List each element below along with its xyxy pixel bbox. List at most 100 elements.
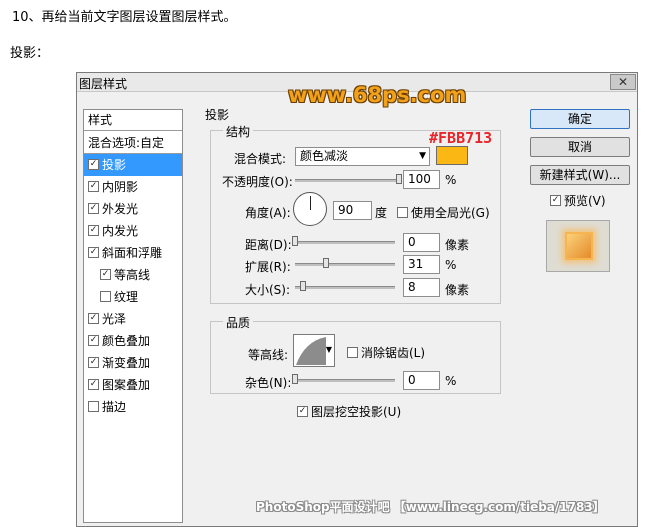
opacity-input[interactable]: 100 [403,170,440,189]
style-item[interactable]: ✓ 投影 [84,154,182,176]
angle-dial[interactable] [293,192,327,226]
style-item-label: 外发光 [102,202,139,216]
anti-alias-checkbox[interactable]: 消除锯齿(L) [347,344,425,361]
style-item[interactable]: ✓ 光泽 [84,308,182,330]
close-icon: ✕ [617,75,629,89]
style-item[interactable]: ✓ 颜色叠加 [84,330,182,352]
style-item-checkbox[interactable]: ✓ [88,203,99,214]
styles-list-header[interactable]: 样式 [84,110,182,131]
section-label: 投影： [10,46,50,61]
distance-input[interactable]: 0 [403,233,440,252]
style-item-checkbox[interactable]: ✓ [88,335,99,346]
dialog-title: 图层样式 [79,77,128,91]
noise-unit: % [445,374,457,388]
style-item[interactable]: ✓ 等高线 [84,264,182,286]
style-item-label: 渐变叠加 [102,356,151,370]
spread-slider-handle[interactable] [323,258,329,268]
style-item-label: 光泽 [102,312,127,326]
shadow-color-swatch[interactable] [436,146,468,165]
style-item[interactable]: 描边 [84,396,182,418]
angle-unit: 度 [375,206,388,220]
blend-mode-select[interactable]: 颜色减淡 ▼ [295,147,430,166]
spread-input[interactable]: 31 [403,255,440,274]
style-item-label: 投影 [102,158,127,172]
drop-shadow-section-title: 投影 [205,108,230,122]
knockout-checkbox-box[interactable]: ✓ [297,406,308,417]
site-watermark: www.68ps.com [288,83,467,107]
dropdown-arrow-icon: ▼ [325,345,332,354]
style-item[interactable]: ✓ 渐变叠加 [84,352,182,374]
style-item[interactable]: ✓ 图案叠加 [84,374,182,396]
noise-label: 杂色(N): [245,376,292,390]
blend-mode-label: 混合模式: [234,152,287,166]
style-item-checkbox[interactable]: ✓ [88,225,99,236]
opacity-label: 不透明度(O): [222,175,293,189]
size-label: 大小(S): [245,283,291,297]
style-item-label: 描边 [102,400,127,414]
knockout-checkbox[interactable]: ✓ 图层挖空投影(U) [297,403,401,420]
distance-slider-track[interactable] [295,241,395,244]
style-item[interactable]: ✓ 外发光 [84,198,182,220]
preview-checkbox[interactable]: ✓ 预览(V) [550,192,606,209]
spread-label: 扩展(R): [245,260,291,274]
instruction-text: 10、再给当前文字图层设置图层样式。 [12,10,237,25]
style-item[interactable]: 纹理 [84,286,182,308]
size-input[interactable]: 8 [403,278,440,297]
structure-title: 结构 [223,123,254,140]
new-style-button[interactable]: 新建样式(W)... [530,165,630,185]
style-item[interactable]: ✓ 内阴影 [84,176,182,198]
footer-watermark: PhotoShop平面设计吧 【www.linecg.com/tieba/178… [256,500,605,514]
style-item[interactable]: ✓ 斜面和浮雕 [84,242,182,264]
distance-unit: 像素 [445,238,470,252]
anti-alias-checkbox-box[interactable] [347,347,358,358]
cancel-button[interactable]: 取消 [530,137,630,157]
style-item-checkbox[interactable]: ✓ [88,159,99,170]
style-item-label: 内阴影 [102,180,139,194]
global-light-checkbox[interactable]: 使用全局光(G) [397,204,490,221]
contour-picker[interactable]: ▼ [293,334,335,367]
style-preview-thumbnail [546,220,610,272]
angle-needle [310,196,311,210]
style-item-checkbox[interactable]: ✓ [100,269,111,280]
blend-mode-value: 颜色减淡 [300,149,349,163]
style-item-label: 纹理 [114,290,139,304]
noise-slider-handle[interactable] [292,374,298,384]
style-item-checkbox[interactable] [100,291,111,302]
ok-button[interactable]: 确定 [530,109,630,129]
contour-label: 等高线: [248,348,289,362]
anti-alias-label: 消除锯齿(L) [361,346,426,360]
style-item-label: 混合选项:自定 [88,136,165,150]
style-item-checkbox[interactable]: ✓ [88,379,99,390]
quality-title: 品质 [223,314,254,331]
style-item-checkbox[interactable]: ✓ [88,313,99,324]
global-light-checkbox-box[interactable] [397,207,408,218]
spread-slider-track[interactable] [295,263,395,266]
preview-label: 预览(V) [564,194,606,208]
size-slider-handle[interactable] [300,281,306,291]
size-slider-track[interactable] [295,286,395,289]
distance-label: 距离(D): [245,238,292,252]
style-item-label: 图案叠加 [102,378,151,392]
noise-input[interactable]: 0 [403,371,440,390]
style-item[interactable]: 混合选项:自定 [84,132,182,154]
angle-input[interactable]: 90 [333,201,372,220]
style-item-label: 等高线 [114,268,151,282]
opacity-slider-handle[interactable] [396,174,402,184]
style-item[interactable]: ✓ 内发光 [84,220,182,242]
style-item-checkbox[interactable]: ✓ [88,357,99,368]
opacity-unit: % [445,173,457,187]
style-item-checkbox[interactable]: ✓ [88,247,99,258]
color-annotation: #FBB713 [429,129,493,147]
styles-list: 样式 混合选项:自定 ✓ 投影 ✓ 内阴影 ✓ 外发光 ✓ 内发光 ✓ 斜面和浮雕 ✓ 等高线 纹理 ✓ 光泽… [83,109,183,523]
noise-slider-track[interactable] [295,379,395,382]
preview-swatch-icon [565,232,593,260]
opacity-slider-track[interactable] [295,179,399,182]
distance-slider-handle[interactable] [292,236,298,246]
close-button[interactable]: ✕ [610,74,636,90]
spread-unit: % [445,258,457,272]
style-item-label: 颜色叠加 [102,334,151,348]
style-item-checkbox[interactable] [88,401,99,412]
style-item-checkbox[interactable]: ✓ [88,181,99,192]
size-unit: 像素 [445,283,470,297]
preview-checkbox-box[interactable]: ✓ [550,195,561,206]
